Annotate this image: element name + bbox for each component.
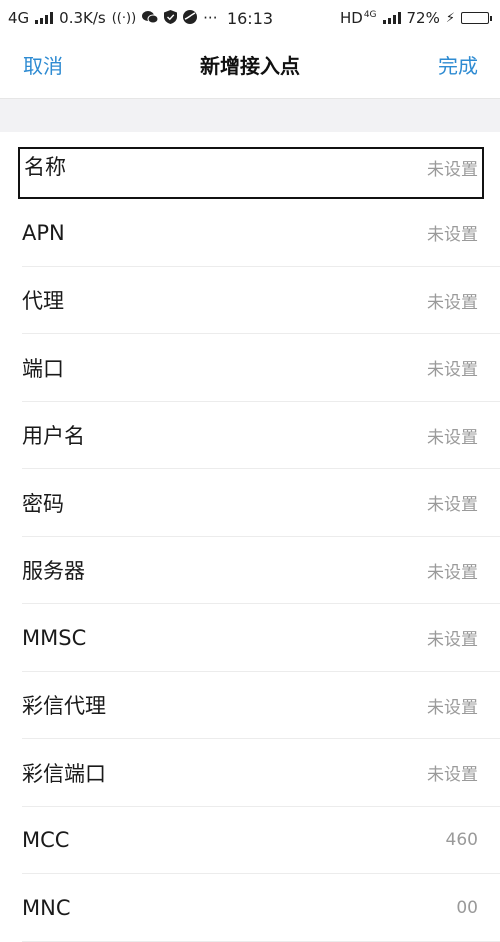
- row-label: MNC: [22, 895, 71, 920]
- row-value: 未设置: [427, 427, 478, 448]
- row-value: 未设置: [427, 562, 478, 583]
- battery-icon: [461, 12, 492, 24]
- apn-row-server[interactable]: 服务器 未设置: [0, 537, 500, 605]
- apn-row-mnc[interactable]: MNC 00: [0, 874, 500, 942]
- row-label: 端口: [22, 356, 64, 381]
- row-value: 460: [445, 830, 478, 851]
- row-value: 未设置: [427, 697, 478, 718]
- nav-bar: 取消 新增接入点 完成: [0, 36, 500, 98]
- apn-row-mcc[interactable]: MCC 460: [0, 807, 500, 875]
- apn-row-password[interactable]: 密码 未设置: [0, 469, 500, 537]
- network-type: 4G: [8, 9, 30, 27]
- row-value: 未设置: [427, 765, 478, 786]
- row-value: 未设置: [427, 630, 478, 651]
- row-label: 名称: [24, 155, 66, 179]
- row-label: APN: [22, 220, 65, 245]
- done-button[interactable]: 完成: [438, 50, 478, 79]
- browser-icon: [183, 9, 198, 27]
- row-value: 未设置: [427, 225, 478, 246]
- row-value: 未设置: [427, 495, 478, 516]
- row-label: 彩信代理: [22, 694, 106, 719]
- shield-icon: [164, 9, 178, 27]
- apn-row-name[interactable]: 名称 未设置: [18, 147, 484, 199]
- apn-row-mmsc[interactable]: MMSC 未设置: [0, 604, 500, 672]
- apn-row-mms-port[interactable]: 彩信端口 未设置: [0, 739, 500, 807]
- apn-settings-list: 名称 未设置 APN 未设置 代理 未设置 端口 未设置 用户名 未设置 密码 …: [0, 132, 500, 942]
- row-label: 服务器: [22, 559, 85, 584]
- row-label: 用户名: [22, 424, 85, 449]
- status-bar-right: HD4G 72% ⚡: [340, 9, 492, 27]
- nfc-icon: ((·)): [111, 10, 137, 26]
- wechat-icon: [142, 10, 159, 27]
- hd-indicator: HD4G: [339, 9, 377, 27]
- battery-percent: 72%: [406, 9, 440, 27]
- row-label: MMSC: [22, 625, 87, 650]
- apn-row-username[interactable]: 用户名 未设置: [0, 402, 500, 470]
- status-bar-left: 4G 0.3K/s ((·)) ···: [8, 9, 217, 27]
- charging-bolt-icon: ⚡: [445, 10, 455, 26]
- row-label: 代理: [22, 289, 64, 314]
- row-value: 未设置: [427, 160, 478, 180]
- apn-row-apn[interactable]: APN 未设置: [0, 199, 500, 267]
- row-value: 未设置: [427, 292, 478, 313]
- apn-row-port[interactable]: 端口 未设置: [0, 334, 500, 402]
- signal-bars-icon: [382, 12, 401, 24]
- row-value: 00: [456, 897, 478, 918]
- section-separator: [0, 98, 500, 132]
- apn-row-mms-proxy[interactable]: 彩信代理 未设置: [0, 672, 500, 740]
- row-label: MCC: [22, 828, 70, 853]
- signal-bars-icon: [35, 12, 54, 24]
- page-title: 新增接入点: [200, 54, 300, 78]
- network-speed: 0.3K/s: [59, 9, 106, 27]
- more-notifications-icon: ···: [203, 9, 218, 27]
- apn-row-proxy[interactable]: 代理 未设置: [0, 267, 500, 335]
- row-label: 彩信端口: [22, 761, 106, 786]
- row-value: 未设置: [427, 360, 478, 381]
- status-bar: 4G 0.3K/s ((·)) ··· 16:13 HD4G 72% ⚡: [0, 0, 500, 36]
- row-label: 密码: [22, 491, 64, 516]
